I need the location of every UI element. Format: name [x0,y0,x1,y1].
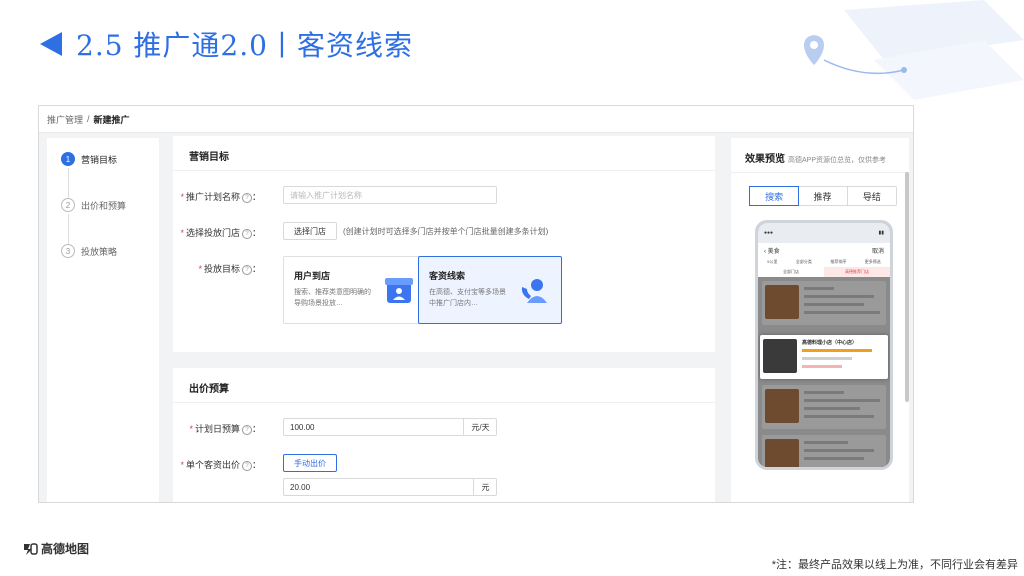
select-store-button[interactable]: 选择门店 [283,222,337,240]
goal-card-title: 客资线索 [429,271,466,281]
app-window: 推广管理 / 新建推广 1 营销目标 2 出价和预算 3 投放策略 营销目标 *… [38,105,914,503]
step-label: 出价和预算 [81,200,127,211]
customer-service-icon [521,279,547,303]
help-icon[interactable]: ? [241,192,252,203]
phone-status-bar: ●●● ▮▮ [758,223,890,243]
panel-title: 出价预算 [189,384,229,395]
goal-label: * 投放目标?： [198,264,261,275]
plan-name-label: * 推广计划名称?： [180,192,261,203]
goal-card-store-visit[interactable]: 用户到店 搜索、推荐类意图明确的导购场景投放… [283,256,427,324]
step-label: 营销目标 [81,154,118,165]
tab-navigation[interactable]: 导结 [848,187,896,205]
step-strategy[interactable]: 3 投放策略 [61,244,117,258]
bid-amount-input[interactable]: 20.00 [283,478,497,496]
daily-budget-value: 100.00 [290,422,315,432]
step-number: 1 [61,152,75,166]
goal-card-desc: 在高德、支付宝等多场景中推广门店内… [429,289,506,307]
step-connector [68,214,69,244]
breadcrumb-current: 新建推广 [93,114,130,125]
phone-search-cancel: 取消 [871,248,884,255]
tab-search[interactable]: 搜索 [749,186,800,206]
help-icon[interactable]: ? [241,460,252,471]
step-bid-budget[interactable]: 2 出价和预算 [61,198,126,212]
preview-title: 效果预览 高德APP资源位总览，仅供参考 [745,154,887,165]
budget-label: * 计划日预算?： [189,424,261,435]
step-connector [68,168,69,198]
slide-title-text: 2.5 推广通2.0丨客资线索 [76,29,413,62]
preview-subtitle: 高德APP资源位总览，仅供参考 [788,157,887,164]
preview-tabs: 搜索 推荐 导结 [749,186,897,206]
phone-list-item [762,385,886,429]
footnote: *注：最终产品效果以线上为准，不同行业会有差异 [771,559,1018,571]
goal-card-title: 用户到店 [294,271,331,281]
store-hint: (创建计划时可选择多门店并按单个门店批量创建多条计划) [343,227,549,236]
help-icon[interactable]: ? [241,424,252,435]
store-label: * 选择投放门店?： [180,228,261,239]
divider [731,172,909,173]
step-number: 3 [61,244,75,258]
daily-budget-unit: 元/天 [463,418,497,436]
phone-filter-bar: 5公里 全部分类 推荐排序 更多筛选 [758,257,890,267]
step-marketing-goal[interactable]: 1 营销目标 [61,152,117,166]
amap-logo-icon [24,542,38,555]
required-mark: * [189,424,193,434]
effect-preview-panel: 效果预览 高德APP资源位总览，仅供参考 搜索 推荐 导结 ●●● ▮▮ ‹ 美食 … [731,138,909,502]
phone-highlight-item: 高德料理小店（中心店） [760,335,888,379]
brand-name: 高德地图 [41,542,90,556]
breadcrumb-separator: / [87,114,90,124]
phone-search-bar: ‹ 美食 取消 [758,243,890,257]
back-icon: ‹ [764,248,766,255]
tab-recommend[interactable]: 推荐 [798,187,848,205]
title-arrow-icon [40,32,62,56]
breadcrumb: 推广管理 / 新建推广 [39,106,913,133]
phone-list-item [762,435,886,467]
brand-logo: 高德地图 [22,540,89,557]
slide-title: 2.5 推广通2.0丨客资线索 [40,22,413,66]
bidding-panel: 出价预算 * 计划日预算?： 100.00 元/天 * 单个客资出价?： 手动出价 … [173,368,715,502]
divider [173,170,715,171]
required-mark: * [198,264,202,274]
divider [173,402,715,403]
required-mark: * [180,228,184,238]
plan-name-input[interactable]: 请输入推广计划名称 [283,186,497,204]
phone-sub-tabs: 全部门店 高德推荐门店 [758,267,890,277]
storefront-icon [385,278,413,303]
marketing-goal-panel: 营销目标 * 推广计划名称?： 请输入推广计划名称 * 选择投放门店?： 选择门店 … [173,136,715,352]
required-mark: * [180,192,184,202]
manual-bid-button[interactable]: 手动出价 [283,454,337,472]
required-mark: * [180,460,184,470]
breadcrumb-parent[interactable]: 推广管理 [47,113,83,126]
goal-card-desc: 搜索、推荐类意图明确的导购场景投放… [294,289,371,307]
help-icon[interactable]: ? [241,264,252,275]
step-label: 投放策略 [81,246,118,257]
preview-scrollbar[interactable] [905,172,909,402]
phone-mockup: ●●● ▮▮ ‹ 美食 取消 5公里 全部分类 推荐排序 更多筛选 全部门店 高德推荐门店… [755,220,893,470]
bid-amount-unit: 元 [473,478,497,496]
phone-search-query: 美食 [767,248,780,255]
phone-list-item [762,281,886,325]
bid-amount-value: 20.00 [290,482,311,492]
bid-label: * 单个客资出价?： [180,460,261,471]
help-icon[interactable]: ? [241,228,252,239]
decorative-map-pin-icon [804,0,1024,100]
panel-title: 营销目标 [189,152,229,163]
step-number: 2 [61,198,75,212]
goal-card-lead[interactable]: 客资线索 在高德、支付宝等多场景中推广门店内… [418,256,562,324]
phone-highlight-name: 高德料理小店（中心店） [802,340,858,346]
